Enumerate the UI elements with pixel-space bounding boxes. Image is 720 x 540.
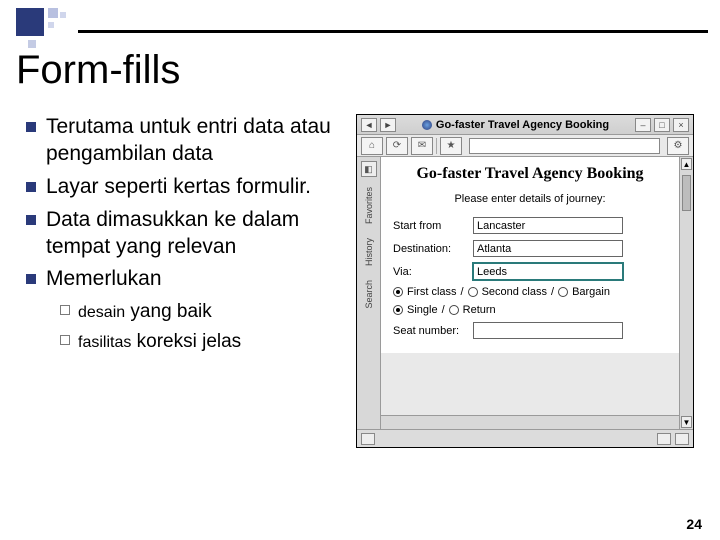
list-item: Data dimasukkan ke dalam tempat yang rel… xyxy=(26,207,346,261)
bullet-text: Terutama untuk entri data atau pengambil… xyxy=(46,114,346,168)
toolbar: ⌂ ⟳ ✉ ★ ⚙ xyxy=(357,135,693,157)
zone-icon xyxy=(657,433,671,445)
window-title-text: Go-faster Travel Agency Booking xyxy=(436,119,609,131)
label-seat-number: Seat number: xyxy=(393,325,467,337)
separator: / xyxy=(551,286,554,298)
address-bar[interactable] xyxy=(469,138,660,154)
forward-button[interactable]: ► xyxy=(380,118,396,132)
window-titlebar: ◄ ► Go-faster Travel Agency Booking – □ … xyxy=(357,115,693,135)
form-row-via: Via: xyxy=(393,263,667,280)
toolbar-button[interactable]: ⟳ xyxy=(386,137,408,155)
label-first-class: First class xyxy=(407,286,457,298)
form-row-seat-number: Seat number: xyxy=(393,322,667,339)
toolbar-button[interactable]: ⌂ xyxy=(361,137,383,155)
scroll-thumb[interactable] xyxy=(682,175,691,211)
toolbar-button[interactable]: ✉ xyxy=(411,137,433,155)
horizontal-scrollbar[interactable] xyxy=(381,415,679,429)
label-destination: Destination: xyxy=(393,243,467,255)
back-button[interactable]: ◄ xyxy=(361,118,377,132)
sidebar-tab-favorites[interactable]: Favorites xyxy=(364,183,374,228)
list-item: Terutama untuk entri data atau pengambil… xyxy=(26,114,346,168)
slide-corner-decoration xyxy=(16,8,72,52)
label-via: Via: xyxy=(393,266,467,278)
minimize-button[interactable]: – xyxy=(635,118,651,132)
bullet-square-icon xyxy=(26,182,36,192)
vertical-scrollbar[interactable]: ▲ ▼ xyxy=(679,157,693,429)
sublist-item: desain yang baik xyxy=(60,299,346,325)
list-item: Memerlukan xyxy=(26,266,346,293)
input-destination[interactable] xyxy=(473,240,623,257)
scroll-down-icon[interactable]: ▼ xyxy=(681,416,692,428)
zone-icon xyxy=(675,433,689,445)
toolbar-separator xyxy=(436,138,437,154)
separator: / xyxy=(461,286,464,298)
close-button[interactable]: × xyxy=(673,118,689,132)
browser-sidebar: ◧ Favorites History Search xyxy=(357,157,381,429)
channels-icon[interactable]: ◧ xyxy=(361,161,377,177)
title-rule xyxy=(78,30,708,33)
bullet-text: Layar seperti kertas formulir. xyxy=(46,174,311,201)
class-radio-group: First class / Second class / Bargain xyxy=(393,286,667,298)
input-via[interactable] xyxy=(473,263,623,280)
separator: / xyxy=(442,304,445,316)
bullet-outline-square-icon xyxy=(60,305,70,315)
page-number: 24 xyxy=(686,516,702,532)
radio-first-class[interactable] xyxy=(393,287,403,297)
label-return: Return xyxy=(463,304,496,316)
page-content: Go-faster Travel Agency Booking Please e… xyxy=(381,157,679,353)
window-title: Go-faster Travel Agency Booking xyxy=(400,119,631,131)
radio-return[interactable] xyxy=(449,305,459,315)
input-seat-number[interactable] xyxy=(473,322,623,339)
label-bargain: Bargain xyxy=(572,286,610,298)
list-item: Layar seperti kertas formulir. xyxy=(26,174,346,201)
page-heading: Go-faster Travel Agency Booking xyxy=(393,165,667,183)
status-bar xyxy=(357,429,693,447)
bullet-square-icon xyxy=(26,215,36,225)
bullet-column: Terutama untuk entri data atau pengambil… xyxy=(26,114,346,510)
browser-window: ◄ ► Go-faster Travel Agency Booking – □ … xyxy=(356,114,694,448)
toolbar-button[interactable]: ★ xyxy=(440,137,462,155)
sublist-text: desain yang baik xyxy=(78,299,212,325)
slide-title: Form-fills xyxy=(16,48,180,93)
sidebar-tab-history[interactable]: History xyxy=(364,234,374,270)
bullet-text: Data dimasukkan ke dalam tempat yang rel… xyxy=(46,207,346,261)
input-start-from[interactable] xyxy=(473,217,623,234)
bullet-square-icon xyxy=(26,274,36,284)
radio-bargain[interactable] xyxy=(558,287,568,297)
globe-icon xyxy=(422,120,432,130)
label-start-from: Start from xyxy=(393,220,467,232)
trip-radio-group: Single / Return xyxy=(393,304,667,316)
maximize-button[interactable]: □ xyxy=(654,118,670,132)
label-second-class: Second class xyxy=(482,286,547,298)
form-row-destination: Destination: xyxy=(393,240,667,257)
form-row-start-from: Start from xyxy=(393,217,667,234)
radio-single[interactable] xyxy=(393,305,403,315)
bullet-text: Memerlukan xyxy=(46,266,162,293)
bullet-outline-square-icon xyxy=(60,335,70,345)
scroll-up-icon[interactable]: ▲ xyxy=(681,158,692,170)
sublist-text: fasilitas koreksi jelas xyxy=(78,329,241,355)
label-single: Single xyxy=(407,304,438,316)
toolbar-button[interactable]: ⚙ xyxy=(667,137,689,155)
page-prompt: Please enter details of journey: xyxy=(393,193,667,205)
sidebar-tab-search[interactable]: Search xyxy=(364,276,374,313)
radio-second-class[interactable] xyxy=(468,287,478,297)
sublist-item: fasilitas koreksi jelas xyxy=(60,329,346,355)
bullet-square-icon xyxy=(26,122,36,132)
status-icon xyxy=(361,433,375,445)
